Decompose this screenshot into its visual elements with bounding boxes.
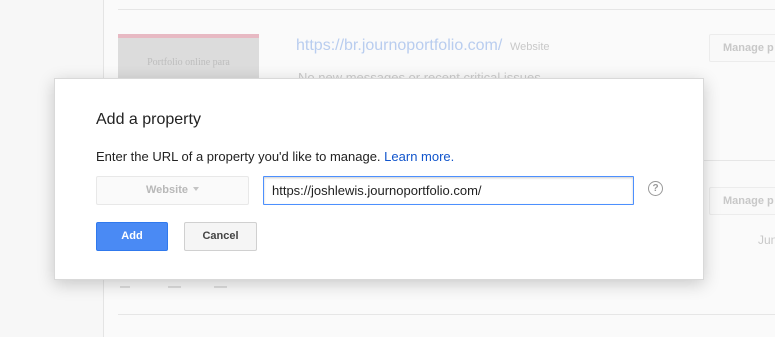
date-text: Jun [758,233,775,247]
description-text: Enter the URL of a property you'd like t… [96,149,381,164]
dialog-title: Add a property [96,111,201,128]
dialog-description: Enter the URL of a property you'd like t… [96,149,454,164]
row-divider [118,314,775,315]
manage-property-button[interactable]: Manage p [709,187,775,215]
property-url-input[interactable] [263,176,634,205]
ghost-line [214,286,227,288]
ghost-line [120,286,130,288]
manage-property-button[interactable]: Manage p [709,34,775,62]
thumbnail-text: Portfolio online para [147,57,230,68]
chevron-down-icon [192,187,199,191]
row-divider [118,9,775,10]
ghost-line [168,286,181,288]
property-type-value: Website [146,184,188,196]
site-type-label: Website [510,41,550,53]
cancel-button[interactable]: Cancel [184,222,257,251]
property-type-select[interactable]: Website [96,176,249,205]
add-property-dialog: Add a property Enter the URL of a proper… [54,78,704,280]
add-button[interactable]: Add [96,222,168,251]
learn-more-link[interactable]: Learn more. [384,149,454,164]
site-url-link[interactable]: https://br.journoportfolio.com/ [296,37,502,55]
help-icon[interactable]: ? [648,181,663,196]
